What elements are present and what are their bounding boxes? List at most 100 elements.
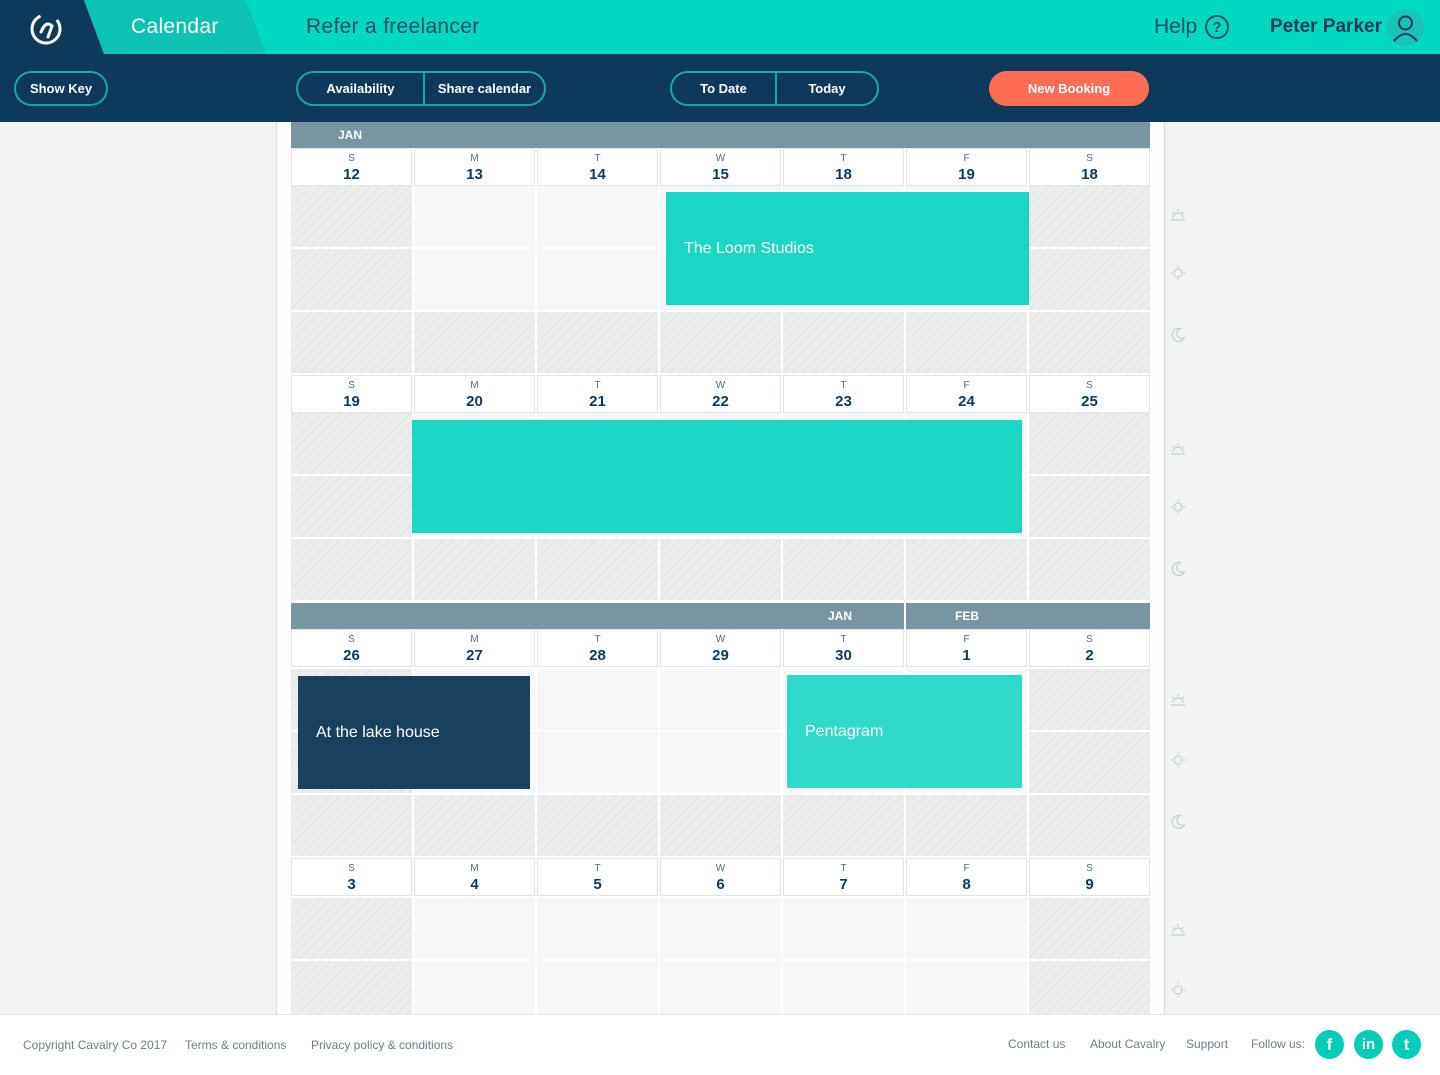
support-link[interactable]: Support — [1186, 1037, 1228, 1051]
unavailable-slot[interactable] — [1029, 476, 1150, 537]
available-slot[interactable] — [537, 249, 658, 310]
help-link[interactable]: Help — [1154, 15, 1197, 39]
availability-button[interactable]: Availability — [298, 73, 423, 104]
day-header[interactable]: T 28 — [537, 629, 658, 667]
available-slot[interactable] — [414, 961, 535, 1014]
day-header[interactable]: T7 — [783, 858, 904, 896]
day-header[interactable]: W 22 — [660, 375, 781, 413]
help-icon[interactable]: ? — [1205, 15, 1229, 39]
share-calendar-button[interactable]: Share calendar — [423, 73, 544, 104]
unavailable-slot[interactable] — [783, 539, 904, 600]
available-slot[interactable] — [414, 898, 535, 959]
unavailable-slot[interactable] — [783, 795, 904, 856]
unavailable-slot[interactable] — [291, 539, 412, 600]
day-header[interactable]: T 21 — [537, 375, 658, 413]
user-name[interactable]: Peter Parker — [1270, 16, 1382, 38]
unavailable-slot[interactable] — [1029, 898, 1150, 959]
available-slot[interactable] — [906, 961, 1027, 1014]
unavailable-slot[interactable] — [1029, 413, 1150, 474]
unavailable-slot[interactable] — [291, 898, 412, 959]
day-header[interactable]: M4 — [414, 858, 535, 896]
day-header[interactable]: M 27 — [414, 629, 535, 667]
unavailable-slot[interactable] — [537, 312, 658, 373]
booking-event[interactable]: Pentagram — [787, 675, 1022, 788]
day-header[interactable]: T 14 — [537, 148, 658, 186]
available-slot[interactable] — [537, 186, 658, 247]
unavailable-slot[interactable] — [906, 539, 1027, 600]
day-header[interactable]: F1 — [906, 629, 1027, 667]
unavailable-slot[interactable] — [291, 249, 412, 310]
day-header[interactable]: W 15 — [660, 148, 781, 186]
unavailable-slot[interactable] — [1029, 732, 1150, 793]
unavailable-slot[interactable] — [291, 961, 412, 1014]
day-header[interactable]: S 25 — [1029, 375, 1150, 413]
unavailable-slot[interactable] — [783, 312, 904, 373]
unavailable-slot[interactable] — [414, 795, 535, 856]
day-header[interactable]: T 18 — [783, 148, 904, 186]
privacy-link[interactable]: Privacy policy & conditions — [311, 1038, 453, 1052]
booking-event[interactable] — [412, 420, 1022, 533]
avatar[interactable] — [1387, 9, 1424, 46]
unavailable-slot[interactable] — [660, 795, 781, 856]
twitter-icon[interactable]: t — [1392, 1030, 1421, 1059]
day-header[interactable]: S 26 — [291, 629, 412, 667]
day-header[interactable]: M 20 — [414, 375, 535, 413]
unavailable-slot[interactable] — [291, 186, 412, 247]
unavailable-slot[interactable] — [906, 795, 1027, 856]
day-header[interactable]: M 13 — [414, 148, 535, 186]
available-slot[interactable] — [660, 732, 781, 793]
unavailable-slot[interactable] — [291, 312, 412, 373]
available-slot[interactable] — [537, 732, 658, 793]
unavailable-slot[interactable] — [1029, 249, 1150, 310]
linkedin-icon[interactable]: in — [1354, 1030, 1383, 1059]
unavailable-slot[interactable] — [660, 539, 781, 600]
available-slot[interactable] — [906, 898, 1027, 959]
unavailable-slot[interactable] — [1029, 961, 1150, 1014]
day-header[interactable]: S2 — [1029, 629, 1150, 667]
day-header[interactable]: F8 — [906, 858, 1027, 896]
day-header[interactable]: W 29 — [660, 629, 781, 667]
unavailable-slot[interactable] — [1029, 669, 1150, 730]
available-slot[interactable] — [414, 249, 535, 310]
to-date-button[interactable]: To Date — [672, 73, 775, 104]
day-header[interactable]: T 23 — [783, 375, 904, 413]
day-header[interactable]: S 18 — [1029, 148, 1150, 186]
unavailable-slot[interactable] — [537, 795, 658, 856]
tab-calendar[interactable]: Calendar — [84, 0, 266, 54]
available-slot[interactable] — [537, 961, 658, 1014]
new-booking-button[interactable]: New Booking — [989, 71, 1149, 106]
about-link[interactable]: About Cavalry — [1090, 1037, 1165, 1051]
available-slot[interactable] — [783, 961, 904, 1014]
day-header[interactable]: F 19 — [906, 148, 1027, 186]
available-slot[interactable] — [783, 898, 904, 959]
today-button[interactable]: Today — [775, 73, 877, 104]
terms-link[interactable]: Terms & conditions — [185, 1038, 286, 1052]
available-slot[interactable] — [537, 669, 658, 730]
available-slot[interactable] — [660, 898, 781, 959]
day-header[interactable]: T5 — [537, 858, 658, 896]
facebook-icon[interactable]: f — [1315, 1030, 1344, 1059]
refer-freelancer-link[interactable]: Refer a freelancer — [306, 15, 479, 39]
contact-link[interactable]: Contact us — [1008, 1037, 1065, 1051]
unavailable-slot[interactable] — [537, 539, 658, 600]
available-slot[interactable] — [660, 669, 781, 730]
day-header[interactable]: W6 — [660, 858, 781, 896]
show-key-button[interactable]: Show Key — [14, 71, 108, 106]
unavailable-slot[interactable] — [1029, 795, 1150, 856]
day-header[interactable]: S 19 — [291, 375, 412, 413]
day-header[interactable]: T 30 — [783, 629, 904, 667]
unavailable-slot[interactable] — [414, 312, 535, 373]
day-header[interactable]: S9 — [1029, 858, 1150, 896]
unavailable-slot[interactable] — [906, 312, 1027, 373]
unavailable-slot[interactable] — [1029, 186, 1150, 247]
unavailable-slot[interactable] — [1029, 312, 1150, 373]
booking-event[interactable]: The Loom Studios — [666, 192, 1029, 305]
unavailable-slot[interactable] — [1029, 539, 1150, 600]
available-slot[interactable] — [660, 961, 781, 1014]
day-header[interactable]: F 24 — [906, 375, 1027, 413]
available-slot[interactable] — [414, 186, 535, 247]
day-header[interactable]: S3 — [291, 858, 412, 896]
unavailable-slot[interactable] — [291, 795, 412, 856]
unavailable-slot[interactable] — [291, 476, 412, 537]
unavailable-slot[interactable] — [660, 312, 781, 373]
